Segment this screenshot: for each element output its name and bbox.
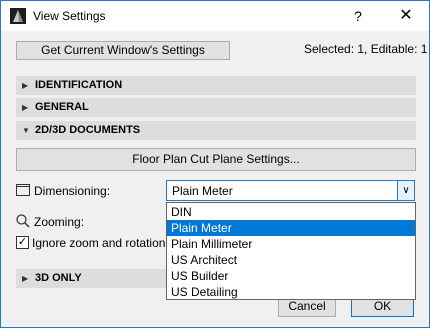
dialog-body: Get Current Window's Settings Selected: … [1, 31, 429, 327]
ok-button[interactable]: OK [351, 297, 414, 317]
view-settings-dialog: View Settings ? ✕ Get Current Window's S… [0, 0, 430, 328]
collapse-arrow-icon: ▼ [22, 126, 30, 135]
app-icon [10, 8, 26, 24]
section-identification[interactable]: ▶ IDENTIFICATION [16, 76, 416, 95]
section-label: GENERAL [35, 101, 89, 113]
dropdown-option[interactable]: US Detailing [167, 284, 415, 300]
chevron-down-icon[interactable]: ∨ [397, 180, 415, 201]
dimensioning-value: Plain Meter [172, 184, 233, 198]
cancel-button[interactable]: Cancel [278, 297, 336, 317]
section-label: 3D ONLY [35, 272, 82, 284]
zooming-label: Zooming: [34, 215, 85, 229]
ignore-zoom-label: Ignore zoom and rotation [32, 236, 166, 250]
section-label: IDENTIFICATION [35, 79, 123, 91]
help-button[interactable]: ? [345, 6, 371, 26]
dimensioning-select[interactable]: Plain Meter ∨ [166, 180, 415, 201]
dropdown-option[interactable]: US Builder [167, 268, 415, 284]
dimensioning-dropdown-list: DIN Plain Meter Plain Millimeter US Arch… [166, 202, 416, 300]
window-title: View Settings [33, 9, 106, 23]
section-label: 2D/3D DOCUMENTS [35, 124, 141, 136]
expand-arrow-icon: ▶ [22, 81, 29, 90]
ignore-zoom-checkbox[interactable]: ✓ [16, 236, 29, 249]
dropdown-option[interactable]: Plain Millimeter [167, 236, 415, 252]
title-bar: View Settings ? ✕ [1, 1, 429, 31]
selection-status: Selected: 1, Editable: 1 [304, 42, 428, 56]
dropdown-option[interactable]: US Architect [167, 252, 415, 268]
dimensioning-label: Dimensioning: [34, 184, 111, 198]
section-general[interactable]: ▶ GENERAL [16, 98, 416, 117]
dropdown-option[interactable]: DIN [167, 204, 415, 220]
get-current-settings-button[interactable]: Get Current Window's Settings [16, 41, 230, 60]
section-2d-3d-documents[interactable]: ▼ 2D/3D DOCUMENTS [16, 121, 416, 140]
dimension-icon [16, 184, 30, 196]
magnifier-icon [16, 214, 30, 228]
close-button[interactable]: ✕ [393, 6, 419, 26]
expand-arrow-icon: ▶ [22, 103, 29, 112]
dropdown-option[interactable]: Plain Meter [167, 220, 415, 236]
expand-arrow-icon: ▶ [22, 274, 29, 283]
floor-plan-cut-plane-button[interactable]: Floor Plan Cut Plane Settings... [16, 148, 416, 171]
